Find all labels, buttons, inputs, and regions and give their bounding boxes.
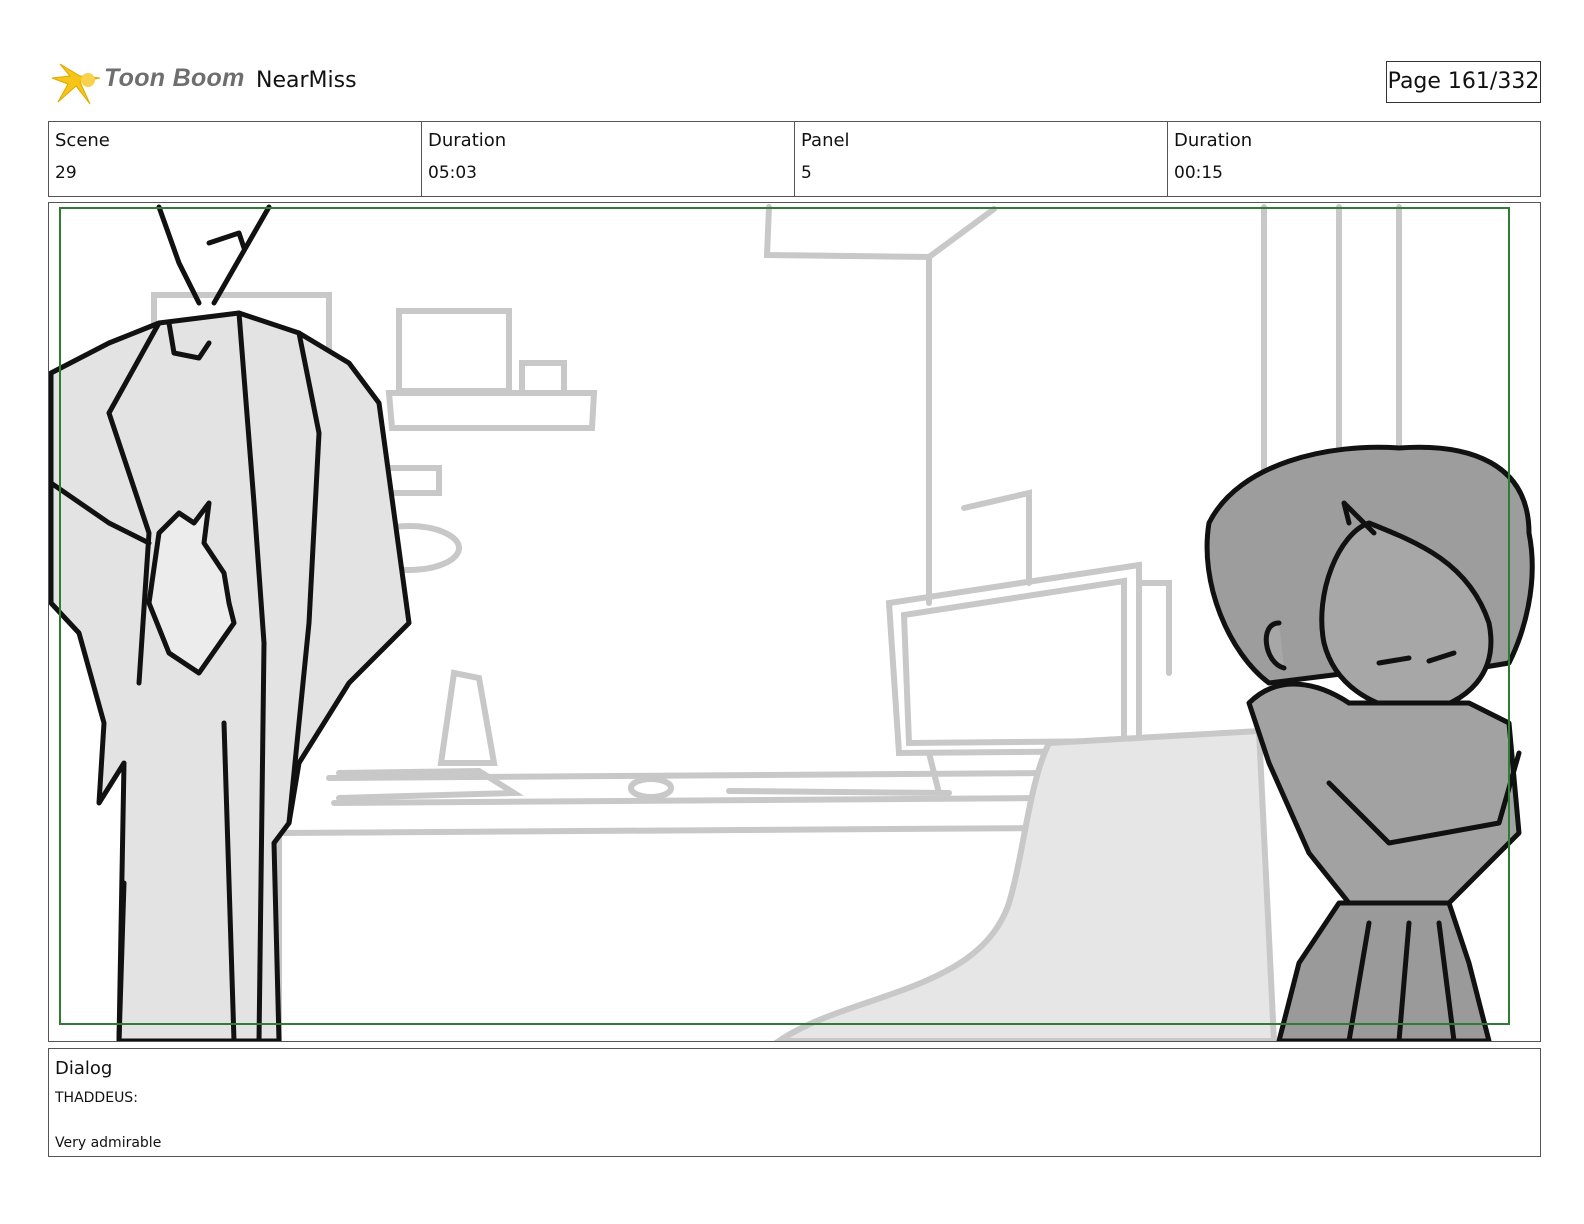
panel-value: 5	[801, 163, 812, 183]
left-character	[49, 204, 412, 1041]
starburst-icon	[51, 63, 101, 105]
scene-cell: Scene 29	[49, 122, 422, 196]
scene-duration-value: 05:03	[428, 163, 477, 183]
panel-duration-cell: Duration 00:15	[1168, 122, 1540, 196]
panel-info-table: Scene 29 Duration 05:03 Panel 5 Duration…	[48, 121, 1541, 197]
panel-sketch	[49, 204, 1535, 1041]
dialog-speaker: THADDEUS:	[55, 1090, 138, 1106]
storyboard-panel-image	[48, 202, 1541, 1042]
panel-label: Panel	[801, 130, 850, 151]
logo-text: Toon Boom	[104, 64, 245, 92]
scene-value: 29	[55, 163, 77, 183]
scene-duration-label: Duration	[428, 130, 507, 151]
panel-duration-value: 00:15	[1174, 163, 1223, 183]
page-indicator: Page 161/332	[1386, 61, 1541, 103]
scene-label: Scene	[55, 130, 110, 151]
panel-cell: Panel 5	[795, 122, 1168, 196]
dialog-box: Dialog THADDEUS: Very admirable	[48, 1048, 1541, 1157]
panel-duration-label: Duration	[1174, 130, 1253, 151]
scene-duration-cell: Duration 05:03	[422, 122, 795, 196]
project-name: NearMiss	[256, 68, 357, 93]
dialog-label: Dialog	[55, 1058, 113, 1079]
dialog-line: Very admirable	[55, 1135, 162, 1151]
